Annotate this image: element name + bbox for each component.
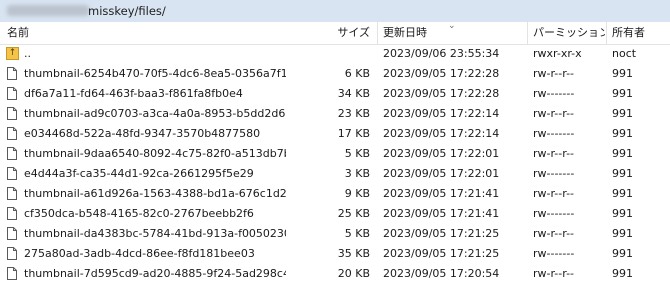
redacted-path-prefix <box>7 5 89 16</box>
file-name: thumbnail-ad9c0703-a3ca-4a0a-8953-b5dd2d… <box>24 107 286 120</box>
file-modified: 2023/09/05 17:21:41 <box>383 207 500 220</box>
file-permissions: rw------- <box>533 127 575 140</box>
file-permissions: rw------- <box>533 167 575 180</box>
file-row[interactable]: cf350dca-b548-4165-82c0-2767beebb2f6 25 K… <box>0 204 670 224</box>
file-owner: 991 <box>612 107 633 120</box>
path-text: misskey/files/ <box>88 4 166 18</box>
file-owner: 991 <box>612 207 633 220</box>
file-name: df6a7a11-fd64-463f-baa3-f861fa8fb0e4 <box>24 87 243 100</box>
file-permissions: rw-r--r-- <box>533 67 575 80</box>
file-row[interactable]: thumbnail-9daa6540-8092-4c75-82f0-a513db… <box>0 144 670 164</box>
file-name: thumbnail-7d595cd9-ad20-4885-9f24-5ad298… <box>24 267 286 280</box>
file-permissions: rw-r--r-- <box>533 267 575 280</box>
file-owner: 991 <box>612 147 633 160</box>
file-name: 275a80ad-3adb-4dcd-86ee-f8fd181bee03 <box>24 247 255 260</box>
column-header-name[interactable]: 名前 <box>7 22 277 44</box>
file-icon <box>7 87 17 100</box>
file-permissions: rwxr-xr-x <box>533 47 582 60</box>
file-row[interactable]: thumbnail-ad9c0703-a3ca-4a0a-8953-b5dd2d… <box>0 104 670 124</box>
file-modified: 2023/09/05 17:22:14 <box>383 107 500 120</box>
file-size: 20 KB <box>337 267 370 280</box>
file-icon <box>7 267 17 280</box>
file-modified: 2023/09/05 17:22:14 <box>383 127 500 140</box>
file-name: .. <box>24 47 31 60</box>
column-header-row: 名前 サイズ 更新日時 パーミッション 所有者 <box>0 22 670 45</box>
file-icon <box>7 127 17 140</box>
file-size: 9 KB <box>344 187 370 200</box>
file-modified: 2023/09/05 17:22:28 <box>383 67 500 80</box>
column-divider[interactable] <box>606 22 607 44</box>
file-size: 5 KB <box>344 147 370 160</box>
column-header-permissions[interactable]: パーミッション <box>533 22 605 44</box>
file-size: 25 KB <box>337 207 370 220</box>
file-permissions: rw-r--r-- <box>533 107 575 120</box>
file-owner: 991 <box>612 127 633 140</box>
parent-directory-row[interactable]: ↑ .. 2023/09/06 23:55:34 rwxr-xr-x noct <box>0 44 670 64</box>
file-name: thumbnail-9daa6540-8092-4c75-82f0-a513db… <box>24 147 286 160</box>
file-name: cf350dca-b548-4165-82c0-2767beebb2f6 <box>24 207 254 220</box>
file-permissions: rw-r--r-- <box>533 147 575 160</box>
file-row[interactable]: 275a80ad-3adb-4dcd-86ee-f8fd181bee03 35 K… <box>0 244 670 264</box>
parent-folder-icon: ↑ <box>6 47 19 60</box>
file-size: 34 KB <box>337 87 370 100</box>
sort-descending-icon: ⌄ <box>448 21 456 31</box>
column-header-size[interactable]: サイズ <box>286 22 370 44</box>
file-owner: 991 <box>612 87 633 100</box>
file-row[interactable]: thumbnail-da4383bc-5784-41bd-913a-f00502… <box>0 224 670 244</box>
file-icon <box>7 107 17 120</box>
file-owner: 991 <box>612 227 633 240</box>
file-size: 6 KB <box>344 67 370 80</box>
file-owner: 991 <box>612 167 633 180</box>
file-owner: noct <box>612 47 637 60</box>
file-icon <box>7 167 17 180</box>
column-divider[interactable] <box>377 22 378 44</box>
file-name: thumbnail-6254b470-70f5-4dc6-8ea5-0356a7… <box>24 67 286 80</box>
file-icon <box>7 187 17 200</box>
file-modified: 2023/09/05 17:21:25 <box>383 247 500 260</box>
file-row[interactable]: thumbnail-6254b470-70f5-4dc6-8ea5-0356a7… <box>0 64 670 84</box>
file-row[interactable]: thumbnail-a61d926a-1563-4388-bd1a-676c1d… <box>0 184 670 204</box>
file-size: 23 KB <box>337 107 370 120</box>
file-modified: 2023/09/05 17:22:01 <box>383 147 500 160</box>
file-size: 17 KB <box>337 127 370 140</box>
file-icon <box>7 247 17 260</box>
column-header-owner[interactable]: 所有者 <box>612 22 668 44</box>
file-permissions: rw------- <box>533 207 575 220</box>
file-size: 35 KB <box>337 247 370 260</box>
file-modified: 2023/09/05 17:20:54 <box>383 267 500 280</box>
file-modified: 2023/09/06 23:55:34 <box>383 47 500 60</box>
file-name: thumbnail-da4383bc-5784-41bd-913a-f00502… <box>24 227 286 240</box>
file-modified: 2023/09/05 17:22:01 <box>383 167 500 180</box>
file-icon <box>7 67 17 80</box>
file-icon <box>7 227 17 240</box>
file-size: 3 KB <box>344 167 370 180</box>
column-divider[interactable] <box>527 22 528 44</box>
file-modified: 2023/09/05 17:21:41 <box>383 187 500 200</box>
file-permissions: rw-r--r-- <box>533 227 575 240</box>
file-permissions: rw------- <box>533 87 575 100</box>
file-icon <box>7 147 17 160</box>
file-owner: 991 <box>612 67 633 80</box>
file-permissions: rw------- <box>533 247 575 260</box>
file-name: e4d44a3f-ca35-44d1-92ca-2661295f5e29 <box>24 167 254 180</box>
file-row[interactable]: e034468d-522a-48fd-9347-3570b4877580 17 K… <box>0 124 670 144</box>
file-permissions: rw-r--r-- <box>533 187 575 200</box>
file-modified: 2023/09/05 17:22:28 <box>383 87 500 100</box>
file-modified: 2023/09/05 17:21:25 <box>383 227 500 240</box>
file-owner: 991 <box>612 187 633 200</box>
file-row[interactable]: df6a7a11-fd64-463f-baa3-f861fa8fb0e4 34 K… <box>0 84 670 104</box>
file-row[interactable]: e4d44a3f-ca35-44d1-92ca-2661295f5e29 3 KB… <box>0 164 670 184</box>
file-icon <box>7 207 17 220</box>
file-owner: 991 <box>612 247 633 260</box>
file-name: e034468d-522a-48fd-9347-3570b4877580 <box>24 127 261 140</box>
file-owner: 991 <box>612 267 633 280</box>
file-size: 5 KB <box>344 227 370 240</box>
path-bar[interactable]: misskey/files/ <box>0 0 670 23</box>
file-name: thumbnail-a61d926a-1563-4388-bd1a-676c1d… <box>24 187 286 200</box>
file-row[interactable]: thumbnail-7d595cd9-ad20-4885-9f24-5ad298… <box>0 264 670 284</box>
